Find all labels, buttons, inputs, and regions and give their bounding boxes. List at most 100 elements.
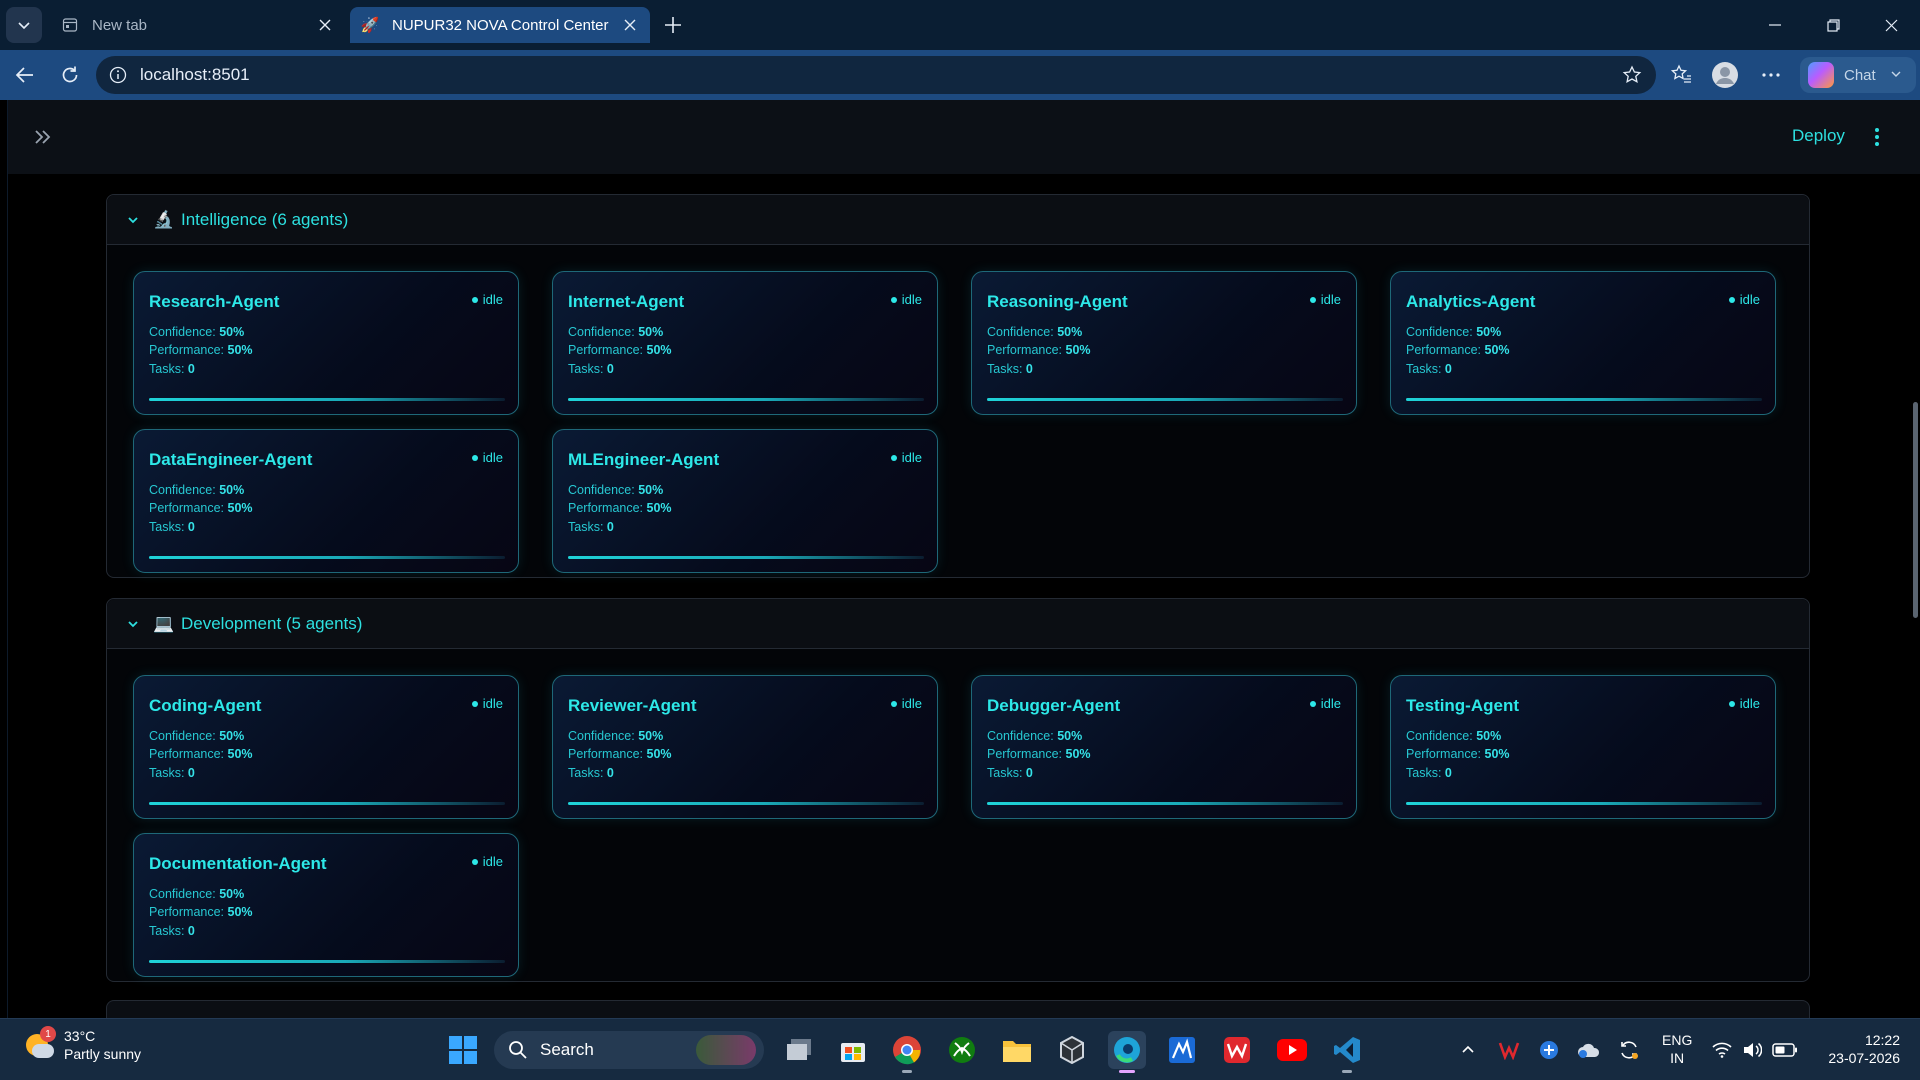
sidebar-expand-button[interactable]	[30, 124, 56, 150]
metric-label: Confidence:	[568, 483, 635, 497]
weather-temp: 33°C	[64, 1028, 96, 1044]
page-scrollbar[interactable]	[1912, 298, 1920, 1080]
metric-label: Confidence:	[149, 729, 216, 743]
back-button[interactable]	[10, 60, 40, 90]
performance-metric: Performance: 50%	[987, 343, 1091, 357]
edge-icon	[1114, 1037, 1140, 1063]
more-options-button[interactable]	[1756, 60, 1786, 90]
status-badge: idle	[890, 450, 922, 465]
metric-label: Performance:	[1406, 343, 1482, 357]
show-hidden-icons-button[interactable]	[1456, 1035, 1480, 1065]
tray-sync[interactable]	[1616, 1035, 1642, 1065]
confidence-metric: Confidence: 50%	[987, 325, 1082, 339]
section-header[interactable]: 🔬 Intelligence (6 agents)	[107, 195, 1809, 245]
minimize-button[interactable]	[1752, 8, 1798, 42]
streamlit-app: Deploy 🔬 Intelligence (6 agents) Researc…	[7, 100, 1920, 1018]
url-text[interactable]: localhost:8501	[140, 65, 250, 85]
copilot-chat-button[interactable]: Chat	[1800, 57, 1916, 93]
language-indicator[interactable]: ENG IN	[1662, 1031, 1692, 1067]
volume-status[interactable]	[1740, 1035, 1764, 1065]
wifi-status[interactable]	[1710, 1035, 1734, 1065]
agent-name: Research-Agent	[149, 292, 280, 311]
performance-metric: Performance: 50%	[1406, 747, 1510, 761]
new-tab-button[interactable]	[658, 10, 688, 40]
clock-date: 23-07-2026	[1828, 1050, 1900, 1066]
status-text: idle	[1320, 292, 1341, 307]
restore-button[interactable]	[1810, 8, 1856, 42]
chrome-button[interactable]	[888, 1031, 926, 1073]
search-placeholder: Search	[540, 1040, 594, 1059]
agent-card: Analytics-Agent idle Confidence: 50% Perfor…	[1390, 271, 1776, 415]
close-icon[interactable]	[315, 15, 335, 35]
deploy-button[interactable]: Deploy	[1792, 126, 1845, 146]
system-clock[interactable]: 12:22 23-07-2026	[1818, 1031, 1900, 1067]
double-chevron-right-icon	[35, 130, 51, 144]
microsoft-store-button[interactable]	[834, 1031, 872, 1069]
file-explorer-button[interactable]	[998, 1031, 1036, 1069]
metric-label: Tasks:	[149, 520, 185, 534]
status-badge: idle	[1309, 292, 1341, 307]
metric-value: 50%	[219, 325, 245, 339]
stats-app-icon	[1169, 1037, 1195, 1063]
notification-badge: 1	[40, 1026, 56, 1042]
metric-value: 0	[606, 766, 614, 780]
xbox-button[interactable]	[943, 1031, 981, 1069]
agent-card: Coding-Agent idle Confidence: 50% Performan…	[133, 675, 519, 819]
favorite-star-icon[interactable]	[1620, 63, 1644, 87]
profile-button[interactable]	[1710, 60, 1740, 90]
metric-label: Performance:	[987, 343, 1063, 357]
refresh-button[interactable]	[55, 60, 85, 90]
section-title: Intelligence (6 agents)	[181, 209, 349, 229]
status-text: idle	[901, 696, 922, 711]
main-menu-button[interactable]	[1870, 124, 1884, 150]
taskbar-search[interactable]: Search	[494, 1031, 764, 1069]
weather-widget[interactable]: 1 33°C Partly sunny	[22, 1026, 141, 1063]
metric-label: Tasks:	[149, 766, 185, 780]
close-window-button[interactable]	[1868, 8, 1914, 42]
agent-name: Documentation-Agent	[149, 854, 327, 873]
metric-value: 50%	[227, 905, 253, 919]
tab-list-button[interactable]	[6, 7, 42, 43]
youtube-button[interactable]	[1273, 1031, 1311, 1069]
vscode-button[interactable]	[1328, 1031, 1366, 1073]
info-icon[interactable]	[106, 63, 130, 87]
favorites-icon	[1670, 64, 1691, 83]
performance-metric: Performance: 50%	[149, 343, 253, 357]
agent-name: Reviewer-Agent	[568, 696, 697, 715]
close-icon[interactable]	[620, 15, 640, 35]
metric-label: Performance:	[149, 905, 225, 919]
metric-value: 0	[1444, 766, 1452, 780]
favorites-button[interactable]	[1666, 60, 1696, 90]
status-dot-icon	[1309, 296, 1316, 303]
tray-app[interactable]	[1536, 1035, 1562, 1065]
status-dot-icon	[471, 296, 478, 303]
metric-value: 0	[606, 520, 614, 534]
metric-label: Confidence:	[1406, 729, 1473, 743]
tab-new-tab[interactable]: New tab	[50, 7, 345, 43]
stats-app-button[interactable]	[1163, 1031, 1201, 1069]
unity-button[interactable]	[1053, 1031, 1091, 1069]
status-badge: idle	[890, 696, 922, 711]
progress-bar	[149, 802, 505, 805]
metric-label: Confidence:	[987, 729, 1054, 743]
battery-status[interactable]	[1770, 1035, 1800, 1065]
tab-control-center[interactable]: 🚀 NUPUR32 NOVA Control Center	[350, 7, 650, 43]
agent-card: Reviewer-Agent idle Confidence: 50% Perform…	[552, 675, 938, 819]
metric-label: Performance:	[568, 747, 644, 761]
metric-value: 50%	[219, 483, 245, 497]
wps-office-button[interactable]	[1218, 1031, 1256, 1069]
start-button[interactable]	[448, 1035, 478, 1065]
edge-button[interactable]	[1108, 1031, 1146, 1073]
agent-name: Debugger-Agent	[987, 696, 1121, 715]
metric-value: 0	[187, 924, 195, 938]
address-bar[interactable]: localhost:8501	[96, 56, 1656, 94]
scrollbar-thumb[interactable]	[1913, 402, 1918, 618]
agent-name: Internet-Agent	[568, 292, 685, 311]
tray-onedrive[interactable]	[1576, 1035, 1602, 1065]
section-header[interactable]: 💻 Development (5 agents)	[107, 599, 1809, 649]
tray-antivirus[interactable]	[1496, 1035, 1522, 1065]
progress-bar	[987, 398, 1343, 401]
tasks-metric: Tasks: 0	[1406, 362, 1452, 376]
metric-label: Tasks:	[987, 362, 1023, 376]
task-view-button[interactable]	[780, 1031, 818, 1069]
